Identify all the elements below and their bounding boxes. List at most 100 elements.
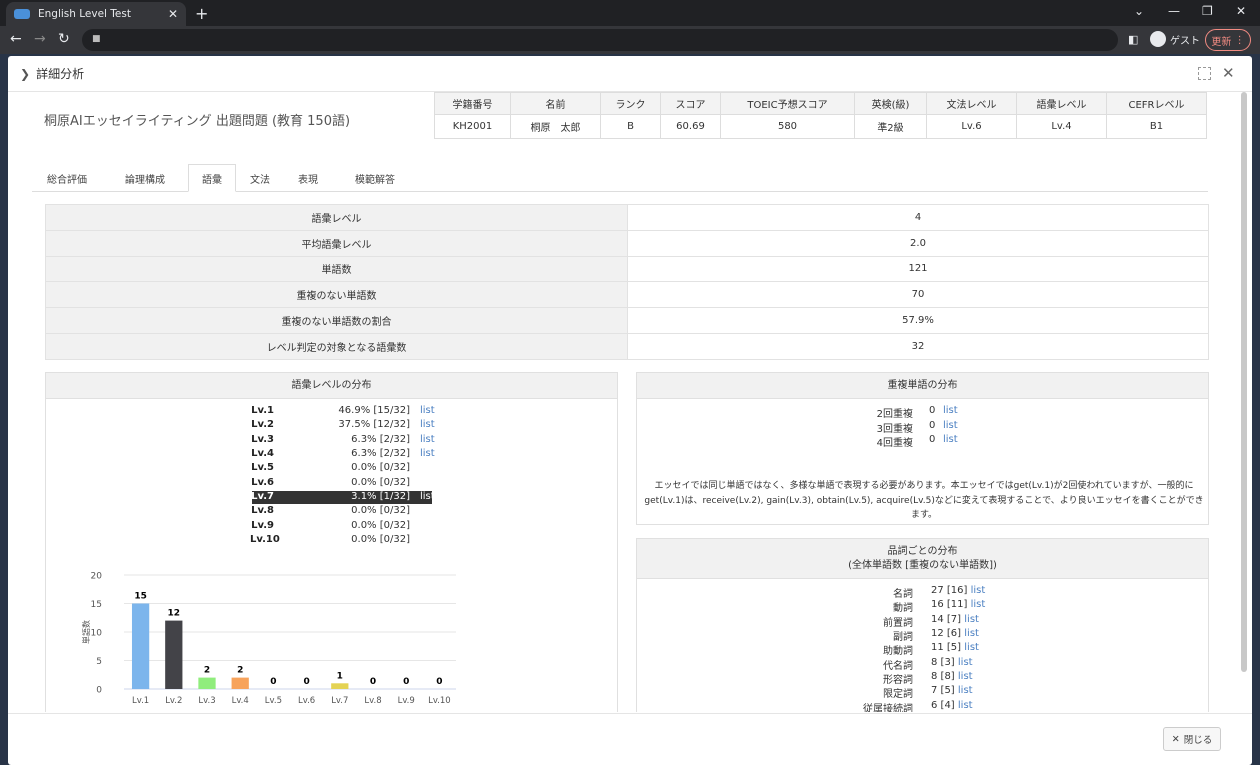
pos-row: 前置詞 14 [7] list	[637, 613, 1209, 629]
duplicate-label: 3回重複	[876, 423, 913, 435]
level-list-link[interactable]: list	[420, 434, 435, 445]
pos-list-link[interactable]: list	[964, 628, 979, 639]
chart-data-label: 0	[303, 677, 309, 687]
duplicate-value: 0	[929, 434, 936, 445]
chart-x-tick-label: Lv.3	[198, 696, 215, 706]
pos-list-link[interactable]: list	[971, 599, 986, 610]
vocab-level-bar-chart: 05101520単語数15Lv.112Lv.22Lv.32Lv.40Lv.50L…	[81, 572, 456, 706]
duplicate-label: 2回重複	[876, 409, 913, 420]
info-header-cell: CEFRレベル	[1106, 92, 1207, 115]
level-list-link[interactable]: list	[420, 419, 435, 430]
tab-search-icon[interactable]: ⌄	[1134, 4, 1144, 18]
level-name: Lv.8	[251, 505, 274, 517]
chart-data-label: 0	[436, 677, 442, 687]
question-title: 桐原AIエッセイライティング 出題問題 (教育 150語)	[44, 114, 351, 129]
chevron-right-icon[interactable]: ❯	[20, 67, 30, 81]
info-header-cell: スコア	[660, 92, 721, 115]
tab-3[interactable]: 文法	[236, 164, 284, 192]
modal-close-icon[interactable]: ✕	[1222, 64, 1235, 82]
duplicate-row: 4回重複 0 list	[637, 434, 1209, 449]
chart-x-tick-label: Lv.8	[364, 696, 381, 706]
info-value-cell: 桐原 太郎	[510, 114, 601, 139]
window-close-icon[interactable]: ✕	[1236, 4, 1246, 18]
pos-label: 限定詞	[883, 689, 913, 701]
restore-icon[interactable]: ❐	[1202, 4, 1213, 18]
pos-row: 動詞 16 [11] list	[637, 599, 1209, 614]
tab-2[interactable]: 語彙	[188, 164, 236, 192]
chart-x-tick-label: Lv.5	[265, 696, 282, 706]
tab-0[interactable]: 総合評価	[32, 164, 102, 192]
chart-x-tick-label: Lv.6	[298, 696, 315, 706]
level-row: Lv.5 0.0% [0/32]	[46, 462, 616, 476]
tab-close-icon[interactable]: ✕	[168, 7, 178, 21]
pos-list-link[interactable]: list	[958, 685, 973, 696]
pos-list-link[interactable]: list	[964, 642, 979, 653]
pos-list-link[interactable]: list	[958, 700, 973, 711]
info-value-cell: B	[600, 114, 661, 139]
level-value: 0.0% [0/32]	[351, 462, 410, 474]
profile-button[interactable]: ゲスト	[1150, 31, 1200, 47]
browser-tab[interactable]: English Level Test ✕	[6, 2, 186, 26]
site-favicon-icon	[14, 9, 30, 19]
pos-row: 副詞 12 [6] list	[637, 628, 1209, 643]
pos-value-group: 7 [5] list	[931, 685, 973, 696]
expand-icon[interactable]	[1198, 67, 1211, 80]
back-icon[interactable]: ←	[10, 31, 22, 47]
new-tab-icon[interactable]: +	[195, 4, 208, 23]
info-header-cell: 語彙レベル	[1016, 92, 1107, 115]
vocab-summary-row: レベル判定の対象となる語彙数 32	[45, 332, 1209, 360]
forward-icon[interactable]: →	[34, 31, 46, 47]
level-list-link[interactable]: list	[420, 491, 435, 502]
pos-list-link[interactable]: list	[958, 657, 973, 668]
vocab-summary-label: 重複のない単語数	[45, 281, 628, 309]
vocab-summary-row: 重複のない単語数 70	[45, 281, 1209, 309]
pos-value-group: 8 [3] list	[931, 657, 973, 668]
level-value: 0.0% [0/32]	[351, 519, 410, 531]
vocab-summary-row: 語彙レベル 4	[45, 204, 1209, 231]
modal-body: 桐原AIエッセイライティング 出題問題 (教育 150語) 学籍番号 名前 ランクス…	[20, 92, 1244, 712]
pos-label: 形容詞	[883, 675, 913, 687]
tab-1[interactable]: 論理構成	[102, 164, 188, 192]
chart-data-label: 1	[337, 671, 343, 681]
tab-4[interactable]: 表現	[284, 164, 332, 192]
vocab-summary-value: 32	[627, 332, 1209, 360]
url-input[interactable]	[82, 29, 1118, 51]
level-list-link[interactable]: list	[420, 405, 435, 416]
level-list-link[interactable]: list	[420, 448, 435, 459]
pos-row: 代名詞 8 [3] list	[637, 657, 1209, 672]
modal-scrollbar[interactable]	[1241, 92, 1247, 672]
pos-value: 14 [7]	[931, 613, 962, 625]
level-row: Lv.4 6.3% [2/32] list	[46, 448, 616, 462]
duplicate-row: 3回重複 0 list	[637, 420, 1209, 435]
duplicate-row: 2回重複 0 list	[637, 405, 1209, 420]
level-row: Lv.10 0.0% [0/32]	[46, 534, 616, 548]
chart-data-label: 0	[270, 677, 276, 687]
level-value: 6.3% [2/32]	[351, 433, 410, 445]
duplicate-list-link[interactable]: list	[943, 405, 958, 416]
side-panel-icon[interactable]: ◧	[1128, 33, 1138, 46]
vocab-summary-value: 4	[627, 204, 1209, 231]
vocab-summary-label: 語彙レベル	[45, 204, 628, 231]
pos-list-link[interactable]: list	[958, 671, 973, 682]
chart-bar	[198, 677, 216, 689]
tab-5[interactable]: 模範解答	[332, 164, 418, 192]
duplicate-note: エッセイでは同じ単語ではなく、多様な単語で表現する必要があります。本エッセイでは…	[644, 481, 1204, 520]
pos-label: 名詞	[893, 589, 913, 600]
update-button[interactable]: 更新 ⋮	[1205, 29, 1251, 51]
reload-icon[interactable]: ↻	[58, 31, 70, 47]
pos-list-link[interactable]: list	[964, 614, 979, 625]
level-row: Lv.7 3.1% [1/32] list	[46, 491, 616, 505]
chart-y-tick-label: 0	[96, 686, 102, 696]
pos-list-link[interactable]: list	[971, 585, 986, 596]
pos-value-group: 12 [6] list	[931, 628, 979, 639]
pos-row: 限定詞 7 [5] list	[637, 685, 1209, 701]
duplicate-list-link[interactable]: list	[943, 420, 958, 431]
level-name: Lv.9	[251, 519, 274, 531]
pos-label: 助動詞	[883, 646, 913, 658]
duplicate-list-link[interactable]: list	[943, 434, 958, 445]
chart-y-axis-label: 単語数	[81, 620, 91, 644]
minimize-icon[interactable]: —	[1168, 4, 1180, 18]
close-button[interactable]: ✕ 閉じる	[1163, 727, 1221, 751]
avatar-icon	[1150, 31, 1166, 47]
chart-y-tick-label: 15	[91, 600, 102, 610]
